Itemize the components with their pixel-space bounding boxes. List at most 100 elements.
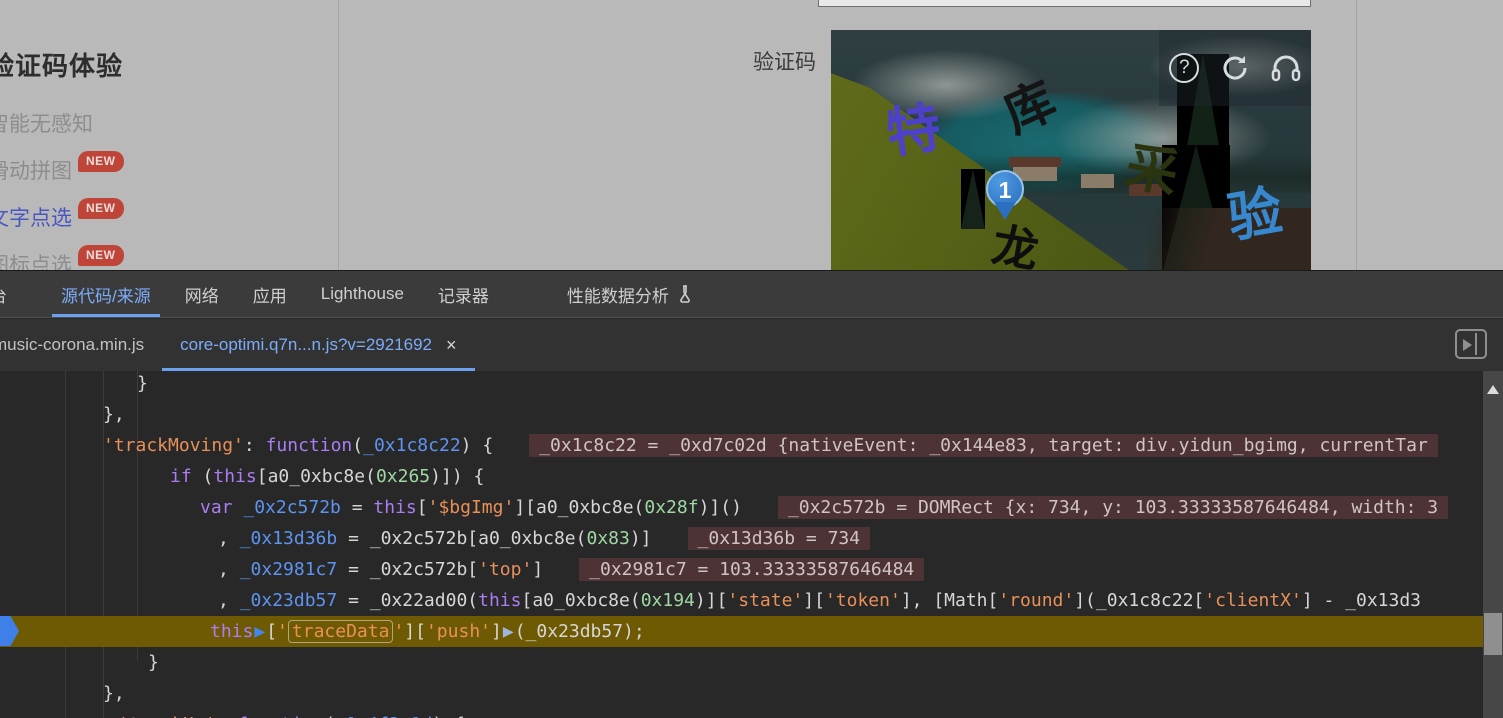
code-line: , _0x13d36b = _0x2c572b[a0_0xbc8e(0x83)]… (218, 523, 870, 554)
code-token: ) { (432, 714, 465, 718)
continue-to-here-icon[interactable]: ▶ (503, 621, 514, 642)
code-token: = (341, 497, 374, 518)
devtools-tab-源代码/来源[interactable]: 源代码/来源 (44, 271, 168, 317)
tab-label: 性能数据分析 (567, 282, 669, 307)
devtools-panel: 控制台 源代码/来源 网络 应用 Lighthouse记录器 性能数据分析 music-c… (0, 270, 1503, 717)
code-token: ] (491, 621, 502, 642)
sidebar-item-label[interactable]: 文字点选 (0, 206, 72, 232)
code-token: = _0x2c572b[a0_0xbc8e( (337, 528, 586, 549)
code-token: [ (417, 497, 428, 518)
captcha-field-label: 验证码 (753, 46, 816, 76)
code-token: _0x1c8c22 (363, 435, 461, 456)
code-token: ( (324, 714, 335, 718)
sidebar-item-label[interactable]: 智能无感知 (0, 112, 93, 138)
file-tab-active[interactable]: core-optimi.q7n...n.js?v=2921692 × (162, 319, 474, 371)
code-token: ( (352, 435, 363, 456)
code-token: )]() (699, 497, 742, 518)
code-token: } (148, 652, 159, 673)
captcha-type-menu: 智能无感知滑动拼图NEW文字点选NEW图标点选NEW (0, 112, 124, 270)
captcha-demo-page: 验证码体验 智能无感知滑动拼图NEW文字点选NEW图标点选NEW 验证码 特库采… (0, 0, 1503, 270)
captcha-toolbar: ? (1159, 30, 1311, 106)
new-badge: NEW (78, 245, 124, 266)
column-divider (338, 0, 339, 270)
code-token: ], [Math[ (901, 590, 999, 611)
code-token: , (218, 590, 240, 611)
indent-guide (65, 371, 66, 718)
tab-label: 源代码/来源 (61, 282, 151, 307)
inline-eval-value: _0x2981c7 = 103.33333587646484 (579, 558, 924, 581)
code-token: _0x23db57 (240, 590, 338, 611)
sidebar-item-label[interactable]: 滑动拼图 (0, 159, 72, 185)
source-code-editor[interactable]: }},'trackMoving': function(_0x1c8c22) {_… (0, 371, 1483, 718)
code-token: 'trackMoving' (103, 435, 244, 456)
refresh-icon[interactable] (1218, 51, 1252, 85)
tab-label: 应用 (253, 282, 287, 307)
code-token: [a0_0xbc8e( (257, 466, 376, 487)
devtools-tab-控制台[interactable]: 控制台 (0, 271, 44, 317)
devtools-tab-性能数据分析[interactable]: 性能数据分析 (550, 271, 710, 317)
code-line: } (137, 371, 148, 399)
tab-label: 网络 (185, 282, 219, 307)
close-tab-icon[interactable]: × (446, 335, 457, 356)
code-line: }, (103, 399, 125, 430)
code-token: [ (266, 621, 277, 642)
devtools-tab-网络[interactable]: 网络 (168, 271, 236, 317)
scrollbar-thumb[interactable] (1484, 613, 1502, 655)
page-title: 验证码体验 (0, 46, 123, 83)
code-token: ][a0_0xbc8e( (514, 497, 644, 518)
code-token: 'trackUp' (118, 714, 216, 718)
devtools-tab-Lighthouse[interactable]: Lighthouse (304, 271, 421, 317)
toggle-debugger-sidebar-icon[interactable] (1455, 329, 1487, 359)
paused-execution-line: this▶['traceData']['push']▶(_0x23db57); (0, 616, 1483, 647)
scroll-up-arrow[interactable] (1487, 379, 1499, 394)
code-token: 0x83 (586, 528, 629, 549)
code-token: function (237, 714, 324, 718)
code-token: ][ (803, 590, 825, 611)
devtools-tab-记录器[interactable]: 记录器 (421, 271, 506, 317)
file-tab-label: music-corona.min.js (0, 335, 144, 355)
overlay-char[interactable]: 特 (881, 83, 945, 169)
devtools-tab-应用[interactable]: 应用 (236, 271, 304, 317)
help-icon[interactable]: ? (1167, 51, 1201, 85)
code-line: var _0x2c572b = this['$bgImg'][a0_0xbc8e… (200, 492, 1448, 523)
code-token: 'token' (825, 590, 901, 611)
headphones-icon[interactable] (1269, 51, 1303, 85)
code-token: if (170, 466, 192, 487)
code-token: _0x2981c7 (240, 559, 338, 580)
code-token: 'top' (478, 559, 532, 580)
code-token: ][ (404, 621, 426, 642)
code-token: this (373, 497, 416, 518)
captcha-input[interactable] (818, 0, 1311, 7)
code-token: }, (103, 404, 125, 425)
code-token: ' (277, 621, 288, 642)
captcha-image[interactable]: 特库采验龙 1 ? (831, 30, 1311, 270)
code-token: 'push' (426, 621, 491, 642)
code-token: this (478, 590, 521, 611)
code-token: var (200, 497, 233, 518)
editor-scrollbar[interactable] (1483, 371, 1503, 718)
code-token: 'clientX' (1204, 590, 1302, 611)
file-tab-inactive[interactable]: music-corona.min.js (0, 319, 162, 371)
sidebar-item-label[interactable]: 图标点选 (0, 253, 72, 270)
code-token: )][ (695, 590, 728, 611)
continue-to-here-icon[interactable]: ▶ (254, 621, 265, 642)
code-token: 'state' (727, 590, 803, 611)
new-badge: NEW (78, 198, 124, 219)
code-token: _0x2c572b (243, 497, 341, 518)
inline-eval-value: _0x1c8c22 = _0xd7c02d {nativeEvent: _0x1… (529, 434, 1438, 457)
code-token (233, 497, 244, 518)
code-token: this (213, 466, 256, 487)
devtools-tab-bar: 控制台 源代码/来源 网络 应用 Lighthouse记录器 性能数据分析 (0, 271, 1503, 318)
code-token: '$bgImg' (428, 497, 515, 518)
code-token: ) { (461, 435, 494, 456)
code-token: [a0_0xbc8e( (521, 590, 640, 611)
code-token: _0x4f3c1d (335, 714, 433, 718)
tab-label: 控制台 (0, 282, 7, 307)
code-token: 0x265 (376, 466, 430, 487)
inline-eval-value: _0x13d36b = 734 (688, 527, 871, 550)
file-tab-label: core-optimi.q7n...n.js?v=2921692 (180, 335, 432, 355)
sidebar-item-3[interactable]: 图标点选NEW (0, 253, 124, 270)
code-token: 0x194 (641, 590, 695, 611)
source-file-tab-bar: music-corona.min.js core-optimi.q7n...n.j… (0, 319, 1503, 371)
code-token: )]) { (430, 466, 484, 487)
